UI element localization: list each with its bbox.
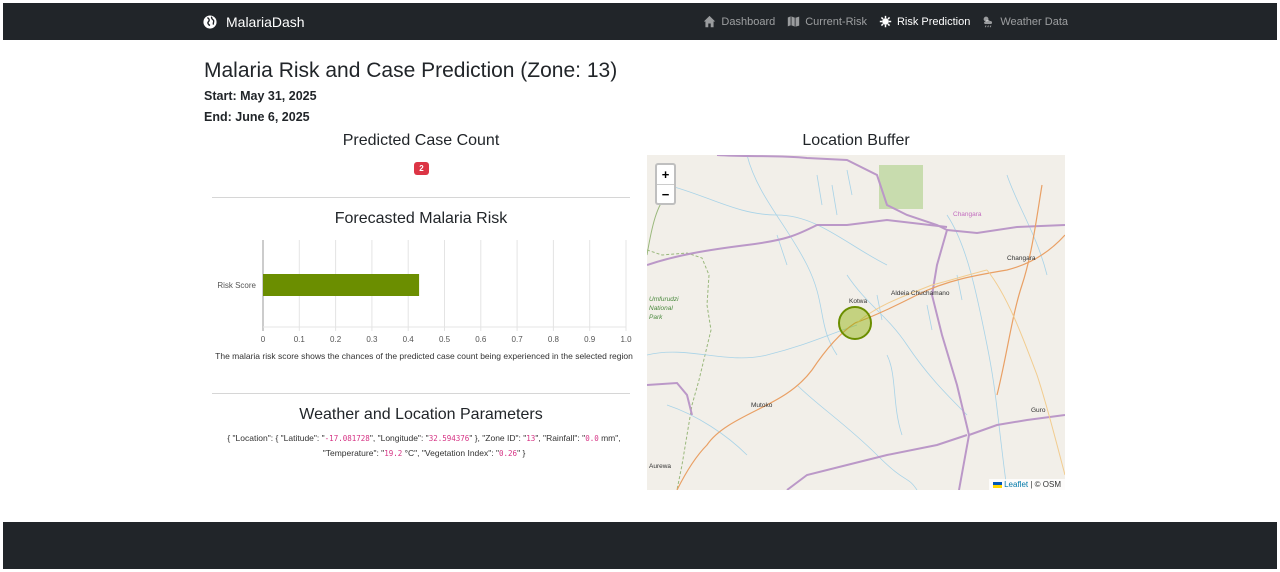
location-buffer-circle [838,306,872,340]
nav-weather-data-label: Weather Data [1000,15,1068,28]
divider [212,197,630,198]
vegetation-index-value: 0.26 [499,449,518,458]
x-tick-label: 0.6 [475,335,487,344]
zoom-in-button[interactable]: + [657,165,674,184]
osm-attribution: | © OSM [1030,480,1061,489]
nav-dashboard[interactable]: Dashboard [703,15,775,28]
x-tick-label: 0.4 [403,335,415,344]
params-json: { "Location": { "Latitude": "-17.081728"… [227,433,621,458]
navbar: MalariaDash Dashboard Current-Risk Risk … [3,3,1277,40]
end-date: End: June 6, 2025 [204,110,310,124]
place-label: Aldeia Chuchamano [891,290,950,297]
ukraine-flag-icon [992,481,1002,488]
params-heading: Weather and Location Parameters [299,406,543,423]
nav-dashboard-label: Dashboard [721,15,776,28]
rainfall-value: 0.0 [585,434,599,443]
predicted-count-heading: Predicted Case Count [342,132,500,149]
park-label: Umfurudzi National Park [649,296,679,321]
location-map[interactable]: Changara Changara Kotwa Aldeia Chuchaman… [647,155,1065,490]
case-count-badge: 2 [414,162,429,175]
home-icon [704,15,716,28]
place-label: Changara [1007,255,1036,262]
zoom-out-button[interactable]: − [657,184,674,203]
location-buffer-heading: Location Buffer [802,132,910,149]
x-tick-label: 0.1 [294,335,306,344]
x-tick-label: 0.5 [439,335,451,344]
start-date: Start: May 31, 2025 [204,89,317,103]
map-icon [788,16,800,27]
nav-risk-prediction-label: Risk Prediction [896,15,971,28]
x-tick-label: 0.2 [330,335,342,344]
nav-links: Dashboard Current-Risk Risk Prediction W… [703,3,1068,40]
longitude-value: 32.594376 [428,434,470,443]
risk-caption: The malaria risk score shows the chances… [215,351,633,361]
risk-score-bar [263,274,420,296]
leaflet-link[interactable]: Leaflet [1004,480,1028,489]
page-title: Malaria Risk and Case Prediction (Zone: … [204,59,618,82]
place-label: Kotwa [849,298,868,305]
forecast-heading: Forecasted Malaria Risk [334,210,508,227]
x-tick-label: 1.0 [620,335,632,344]
nav-current-risk-label: Current-Risk [805,15,867,28]
nav-risk-prediction[interactable]: Risk Prediction [879,15,970,28]
x-tick-label: 0 [261,335,266,344]
divider [212,393,630,394]
place-label: Mutoko [751,402,773,409]
nav-current-risk[interactable]: Current-Risk [787,15,867,28]
place-label: Guro [1031,407,1046,414]
brand[interactable]: MalariaDash [203,3,305,40]
place-label: Changara [953,211,982,218]
latitude-value: -17.081728 [324,434,370,443]
x-tick-label: 0.8 [548,335,560,344]
globe-icon [203,14,217,29]
x-tick-label: 0.7 [512,335,524,344]
app-frame: MalariaDash Dashboard Current-Risk Risk … [3,3,1277,569]
x-tick-label: 0.9 [584,335,596,344]
place-label: Aurewa [649,463,672,470]
y-category-label: Risk Score [217,281,256,290]
footer [3,522,1277,569]
cloud-sun-rain-icon [983,16,993,28]
map-tiles [647,155,1065,490]
x-tick-label: 0.3 [366,335,378,344]
brand-label: MalariaDash [226,13,305,30]
zoom-control: + − [655,163,676,205]
nav-weather-data[interactable]: Weather Data [982,15,1068,28]
temperature-value: 19.2 [384,449,403,458]
map-attribution: Leaflet | © OSM [988,479,1065,490]
virus-icon [879,15,892,28]
zone-id-value: 13 [526,434,536,443]
risk-score-chart: 0 0.1 0.2 0.3 0.4 0.5 0.6 0.7 0.8 0.9 1.0 Risk Scor… [217,240,632,344]
